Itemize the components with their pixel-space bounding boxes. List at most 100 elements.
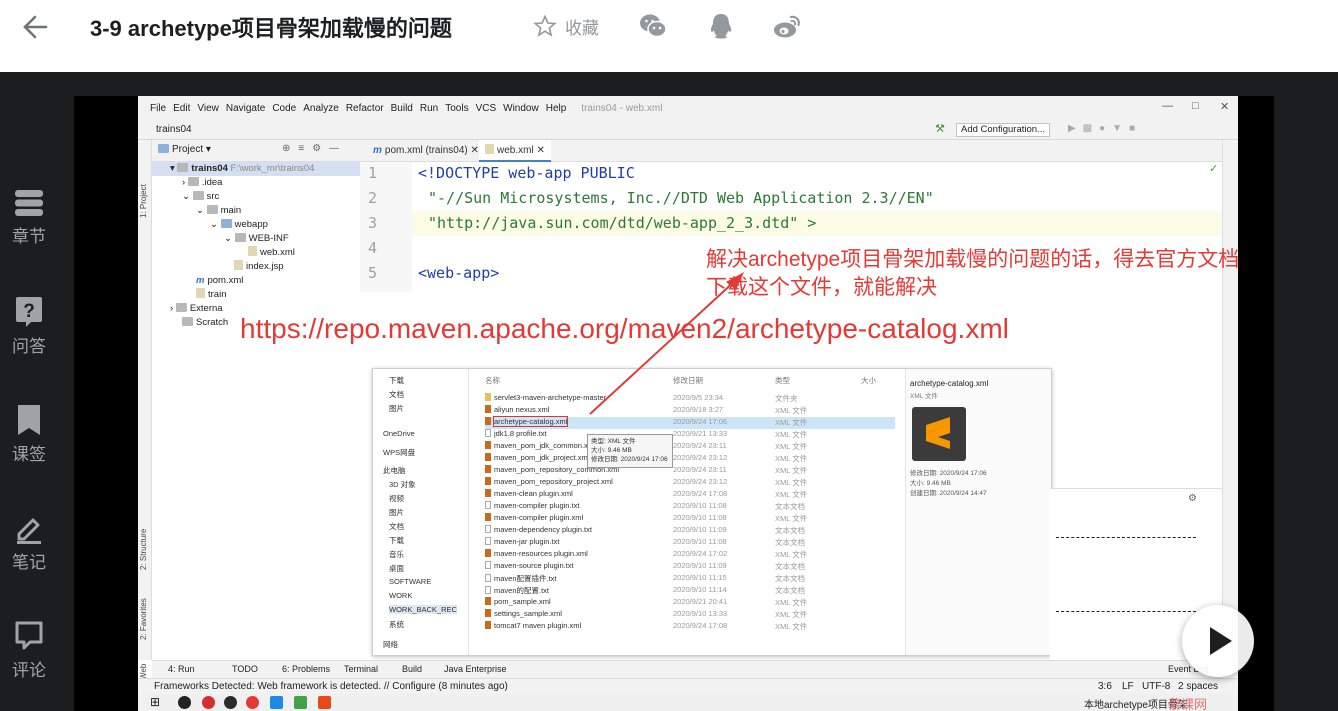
file-row[interactable]: maven-jar plugin.txt 2020/9/10 11:08 文本文档 (485, 537, 895, 549)
file-row[interactable]: maven-clean plugin.xml 2020/9/24 17:08 XML… (485, 489, 895, 501)
nav-item[interactable]: SOFTWARE (389, 577, 431, 586)
menu-item[interactable]: Help (546, 103, 567, 114)
taskbar-app-icon[interactable] (178, 696, 191, 709)
tree-item-src[interactable]: ⌄ src (182, 190, 219, 204)
nav-item[interactable]: 系统 (389, 619, 404, 630)
start-icon[interactable]: ⊞ (150, 695, 160, 709)
nav-item[interactable]: 桌面 (389, 563, 404, 574)
tree-item-main[interactable]: ⌄ main (196, 204, 241, 218)
column-header[interactable]: 名称 (485, 375, 500, 386)
nav-item[interactable]: 图片 (389, 507, 404, 518)
taskbar-app-icon[interactable] (270, 696, 283, 709)
menu-item[interactable]: VCS (476, 103, 497, 114)
favorites-tool-label[interactable]: 2: Favorites (139, 598, 148, 640)
status-message[interactable]: Frameworks Detected: Web framework is de… (154, 681, 508, 692)
menu-item[interactable]: Edit (173, 103, 190, 114)
file-row[interactable]: maven配置插件.txt 2020/9/10 11:15 文本文档 (485, 573, 895, 585)
menu-item[interactable]: Navigate (226, 103, 265, 114)
nav-item[interactable]: 下载 (389, 375, 404, 386)
file-row[interactable]: tomcat7 maven plugin.xml 2020/9/24 17:08 X… (485, 621, 895, 633)
menu-item[interactable]: View (197, 103, 219, 114)
nav-item[interactable]: 网络 (383, 639, 398, 650)
close-icon[interactable]: ✕ (1220, 100, 1229, 113)
tool-problems[interactable]: 6: Problems (282, 664, 330, 674)
menu-item[interactable]: Tools (445, 103, 468, 114)
file-row[interactable]: maven-compiler plugin.xml 2020/9/10 11:08… (485, 513, 895, 525)
nav-item[interactable]: WORK_BACK_REC (389, 605, 457, 614)
nav-item[interactable]: 文档 (389, 521, 404, 532)
structure-tool-label[interactable]: 2: Structure (139, 529, 148, 570)
sidebar-item-chapters[interactable]: 章节 (0, 188, 58, 247)
file-row[interactable]: maven-compiler plugin.txt 2020/9/10 11:08… (485, 501, 895, 513)
status-caret[interactable]: 3:6 (1098, 681, 1112, 692)
status-line-sep[interactable]: LF (1122, 681, 1134, 692)
nav-item[interactable]: WORK (389, 591, 412, 600)
hammer-icon[interactable]: ⚒ (935, 122, 945, 135)
menu-item[interactable]: Window (503, 103, 539, 114)
file-row[interactable]: jdk1.8 profile.txt 2020/9/21 13:33 XML 文件 (485, 429, 895, 441)
qq-share-icon[interactable] (706, 12, 736, 40)
code-line[interactable]: "http://java.sun.com/dtd/web-app_2_3.dtd… (428, 214, 816, 232)
project-breadcrumb[interactable]: trains04 (156, 124, 192, 135)
tree-item-web-inf[interactable]: ⌄ WEB-INF (224, 232, 289, 246)
column-header[interactable]: 大小 (861, 375, 876, 386)
code-line[interactable]: "-//Sun Microsystems, Inc.//DTD Web Appl… (428, 189, 934, 207)
sidebar-item-qa[interactable]: ? 问答 (0, 296, 58, 357)
taskbar-app-icon[interactable] (224, 696, 237, 709)
menu-item[interactable]: Run (420, 103, 438, 114)
tree-item-webapp[interactable]: ⌄ webapp (210, 218, 268, 232)
status-encoding[interactable]: UTF-8 (1142, 681, 1170, 692)
menu-item[interactable]: Analyze (303, 103, 339, 114)
taskbar-app-icon[interactable] (318, 696, 331, 709)
file-row[interactable]: pom_sample.xml 2020/9/21 20:41 XML 文件 (485, 597, 895, 609)
file-row[interactable]: maven的配置.txt 2020/9/10 11:14 文本文档 (485, 585, 895, 597)
tree-item-idea[interactable]: › .idea (182, 176, 222, 190)
tree-item-index-jsp[interactable]: index.jsp (234, 260, 284, 274)
wechat-share-icon[interactable] (638, 12, 668, 40)
tab-pom-xml[interactable]: m pom.xml (trains04) ✕ (367, 140, 485, 162)
nav-item[interactable]: 文档 (389, 389, 404, 400)
tool-terminal[interactable]: Terminal (344, 664, 378, 674)
project-dropdown[interactable]: Project ▾ (158, 144, 211, 155)
tab-web-xml[interactable]: web.xml ✕ (479, 140, 551, 162)
nav-item[interactable]: OneDrive (383, 429, 415, 438)
menu-item[interactable]: Build (391, 103, 413, 114)
file-row[interactable]: maven-source plugin.txt 2020/9/10 11:09 文本… (485, 561, 895, 573)
code-line[interactable]: <web-app> (418, 264, 499, 282)
back-arrow-icon[interactable] (20, 10, 54, 44)
favorite-button[interactable]: 收藏 (533, 12, 599, 40)
tree-item-train[interactable]: train (196, 288, 226, 302)
file-row[interactable]: settings_sample.xml 2020/9/10 13:33 XML 文件 (485, 609, 895, 621)
settings-icon[interactable]: ⚙ (1188, 493, 1197, 504)
nav-item[interactable]: 视频 (389, 493, 404, 504)
file-row[interactable]: maven_pom_jdk_common.xml 2020/9/24 23:11 X… (485, 441, 895, 453)
minimize-icon[interactable]: — (1162, 100, 1173, 112)
file-row[interactable]: maven-resources plugin.xml 2020/9/24 17:0… (485, 549, 895, 561)
menu-item[interactable]: Code (272, 103, 296, 114)
tree-item-external-libraries[interactable]: › Externa (170, 302, 223, 316)
file-row[interactable]: maven_pom_jdk_project.xml 2020/9/24 23:12… (485, 453, 895, 465)
taskbar-app-icon[interactable] (294, 696, 307, 709)
sidebar-item-notes[interactable]: 笔记 (0, 512, 58, 573)
taskbar-app-icon[interactable] (246, 696, 259, 709)
file-row[interactable]: maven_pom_repository_common.xml 2020/9/24… (485, 465, 895, 477)
project-tool-label[interactable]: 1: Project (139, 184, 148, 218)
panel-toolbar-icons[interactable]: ⊕≡⚙— (282, 143, 347, 154)
sidebar-item-comments[interactable]: 评论 (0, 620, 58, 681)
tree-item-scratches[interactable]: Scratch (182, 316, 228, 330)
tree-item-web-xml[interactable]: web.xml (248, 246, 295, 260)
tree-item-root[interactable]: ▾ trains04 F:\work_mr\trains04 (152, 162, 367, 176)
menu-item[interactable]: File (150, 103, 166, 114)
nav-item[interactable]: 音乐 (389, 549, 404, 560)
nav-item[interactable]: WPS网盘 (383, 447, 415, 458)
file-row[interactable]: maven_pom_repository_project.xml 2020/9/2… (485, 477, 895, 489)
tool-build[interactable]: Build (402, 664, 422, 674)
code-line[interactable]: <!DOCTYPE web-app PUBLIC (418, 164, 635, 182)
nav-item[interactable]: 下载 (389, 535, 404, 546)
taskbar-app-icon[interactable] (202, 696, 215, 709)
run-toolbar-icons[interactable]: ▶▩●▼■ (1068, 123, 1142, 134)
column-header[interactable]: 类型 (775, 375, 790, 386)
tool-java-enterprise[interactable]: Java Enterprise (444, 664, 507, 674)
nav-item[interactable]: 图片 (389, 403, 404, 414)
tool-todo[interactable]: TODO (232, 664, 258, 674)
